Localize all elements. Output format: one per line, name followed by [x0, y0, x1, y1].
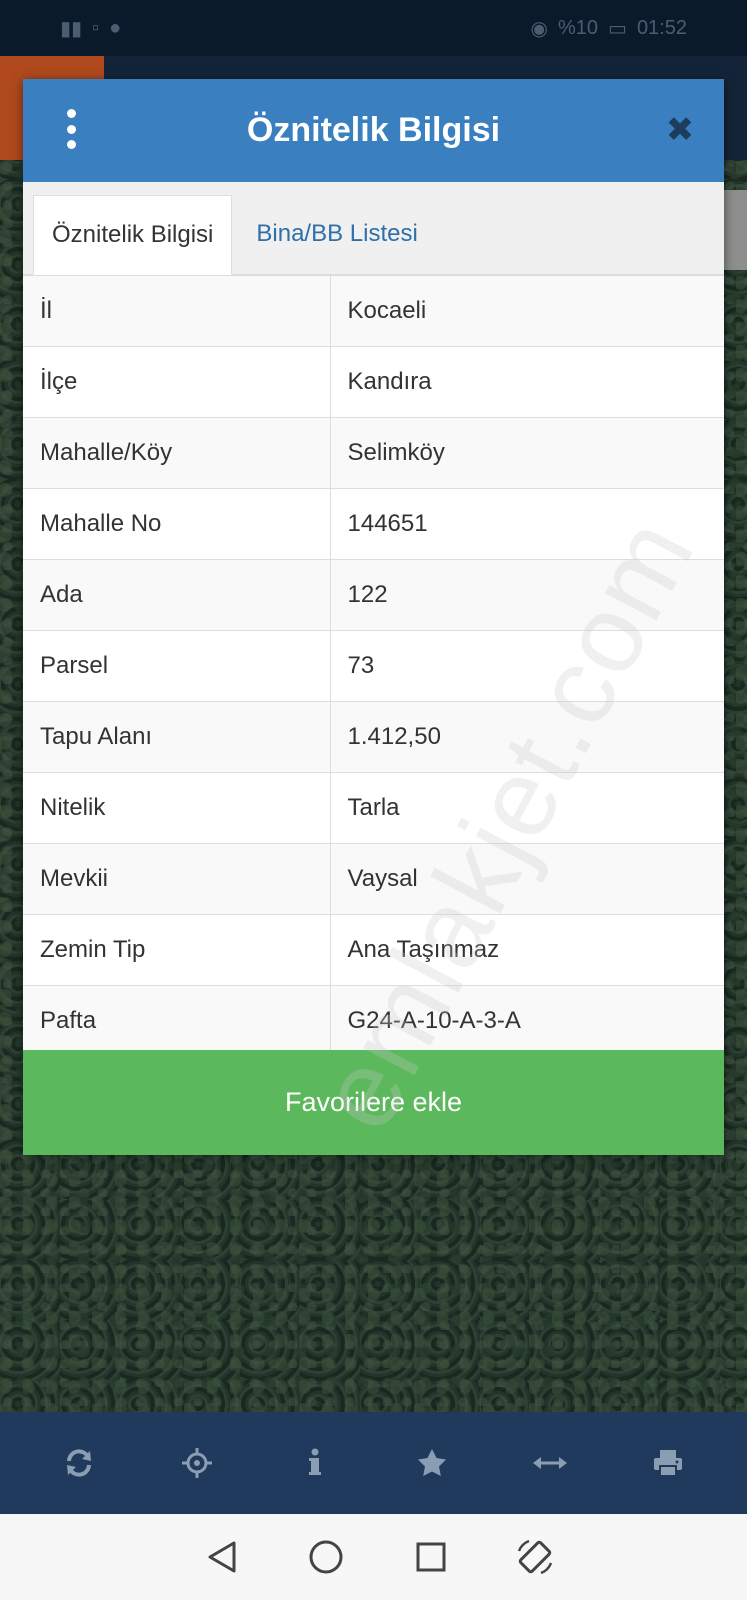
- facebook-icon: ●: [109, 16, 122, 39]
- info-icon: [308, 1448, 321, 1475]
- tab-building-list[interactable]: Bina/BB Listesi: [232, 194, 435, 274]
- table-row: İlçe Kandıra: [23, 346, 724, 418]
- attribute-value: 1.412,50: [329, 701, 724, 773]
- attribute-key: Parsel: [23, 630, 331, 702]
- home-button[interactable]: [302, 1533, 350, 1581]
- add-favorite-button[interactable]: Favorilere ekle: [23, 1050, 724, 1155]
- attribute-value: 144651: [329, 488, 724, 560]
- attribute-key: Ada: [23, 559, 331, 631]
- attribute-key: Mahalle No: [23, 488, 331, 560]
- status-icons-left: ▮▮ ▫ ●: [60, 16, 121, 41]
- attribute-key: Pafta: [23, 985, 331, 1057]
- battery-text: %10: [558, 16, 599, 39]
- dot-icon: [66, 109, 76, 118]
- dialog-title: Öznitelik Bilgisi: [246, 111, 501, 149]
- table-row: Mevkii Vaysal: [23, 843, 724, 915]
- recents-icon: [416, 1542, 446, 1572]
- rotate-button[interactable]: [511, 1533, 559, 1581]
- table-row: Pafta G24-A-10-A-3-A: [23, 985, 724, 1057]
- attribute-table: İl Kocaeli İlçe Kandıra Mahalle/Köy Seli…: [23, 275, 724, 1057]
- refresh-button[interactable]: [55, 1439, 103, 1487]
- attribute-dialog: Öznitelik Bilgisi ✖ Öznitelik Bilgisi Bi…: [23, 79, 724, 1155]
- dot-icon: [66, 124, 76, 134]
- signal-icon: ▮▮: [60, 17, 83, 40]
- info-button[interactable]: [291, 1439, 339, 1487]
- measure-icon: [533, 1457, 568, 1469]
- attribute-key: İlçe: [23, 346, 331, 418]
- table-row: Zemin Tip Ana Taşınmaz: [23, 914, 724, 986]
- print-icon: [654, 1450, 683, 1477]
- attribute-value: 122: [329, 559, 724, 631]
- table-row: Parsel 73: [23, 630, 724, 702]
- attribute-value: Tarla: [329, 772, 724, 844]
- more-menu-button[interactable]: [59, 109, 83, 149]
- system-nav-bar: [0, 1514, 747, 1600]
- print-button[interactable]: [644, 1439, 692, 1487]
- measure-button[interactable]: [526, 1439, 574, 1487]
- star-icon: [418, 1449, 447, 1476]
- status-icons-right: ◉ %10 ▭ 01:52: [531, 16, 687, 41]
- home-icon: [309, 1540, 343, 1574]
- attribute-key: Zemin Tip: [23, 914, 331, 986]
- crosshair-icon: [181, 1448, 212, 1478]
- table-row: İl Kocaeli: [23, 275, 724, 347]
- table-row: Mahalle No 144651: [23, 488, 724, 560]
- back-button[interactable]: [198, 1533, 246, 1581]
- table-row: Nitelik Tarla: [23, 772, 724, 844]
- tab-attribute-info[interactable]: Öznitelik Bilgisi: [33, 195, 233, 275]
- attribute-value: Vaysal: [329, 843, 724, 915]
- refresh-icon: [66, 1449, 91, 1477]
- attribute-value: Ana Taşınmaz: [329, 914, 724, 986]
- attribute-key: Tapu Alanı: [23, 701, 331, 773]
- map-side-panel: [724, 190, 747, 270]
- battery-icon: ▭: [608, 17, 627, 40]
- attribute-value: Kandıra: [329, 346, 724, 418]
- attribute-key: Mevkii: [23, 843, 331, 915]
- tab-bar: Öznitelik Bilgisi Bina/BB Listesi: [23, 182, 724, 275]
- attribute-key: Mahalle/Köy: [23, 417, 331, 489]
- table-row: Mahalle/Köy Selimköy: [23, 417, 724, 489]
- attribute-value: Kocaeli: [329, 275, 724, 347]
- eye-icon: ◉: [530, 17, 548, 40]
- dot-icon: [66, 140, 76, 149]
- recents-button[interactable]: [407, 1533, 455, 1581]
- attribute-value: Selimköy: [329, 417, 724, 489]
- table-row: Ada 122: [23, 559, 724, 631]
- close-icon: ✖: [665, 111, 695, 149]
- status-bar: ▮▮ ▫ ● ◉ %10 ▭ 01:52: [0, 0, 747, 56]
- map-toolbar: [0, 1412, 747, 1514]
- attribute-value: 73: [329, 630, 724, 702]
- back-icon: [208, 1541, 236, 1573]
- attribute-value: G24-A-10-A-3-A: [329, 985, 724, 1057]
- attribute-key: İl: [23, 275, 331, 347]
- locate-button[interactable]: [173, 1439, 221, 1487]
- dialog-header: Öznitelik Bilgisi ✖: [23, 79, 724, 182]
- clock: 01:52: [636, 16, 687, 39]
- attribute-key: Nitelik: [23, 772, 331, 844]
- rotate-icon: [517, 1539, 553, 1575]
- table-row: Tapu Alanı 1.412,50: [23, 701, 724, 773]
- favorites-button[interactable]: [408, 1439, 456, 1487]
- notification-icon: ▫: [92, 16, 100, 39]
- close-button[interactable]: ✖: [662, 112, 698, 148]
